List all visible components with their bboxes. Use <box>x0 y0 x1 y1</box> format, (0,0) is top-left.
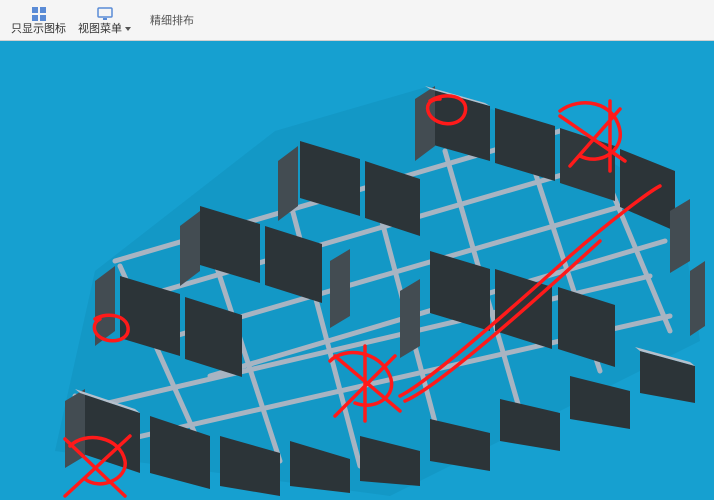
toolbar: 只显示图标 视图菜单 精细排布 <box>0 0 714 41</box>
fine-layout-label: 精细排布 <box>150 15 194 27</box>
fine-layout-button[interactable]: 精细排布 <box>146 2 198 28</box>
model-render <box>0 41 714 500</box>
show-icons-only-button[interactable]: 只显示图标 <box>6 2 71 38</box>
monitor-icon <box>97 6 113 22</box>
view-menu-label: 视图菜单 <box>78 23 131 35</box>
toolbar-group-left: 只显示图标 视图菜单 <box>6 2 136 38</box>
viewport-3d[interactable] <box>0 41 714 500</box>
grid-icon <box>31 6 47 22</box>
chevron-down-icon <box>125 27 131 31</box>
view-menu-button[interactable]: 视图菜单 <box>73 2 136 38</box>
show-icons-only-label: 只显示图标 <box>11 23 66 35</box>
